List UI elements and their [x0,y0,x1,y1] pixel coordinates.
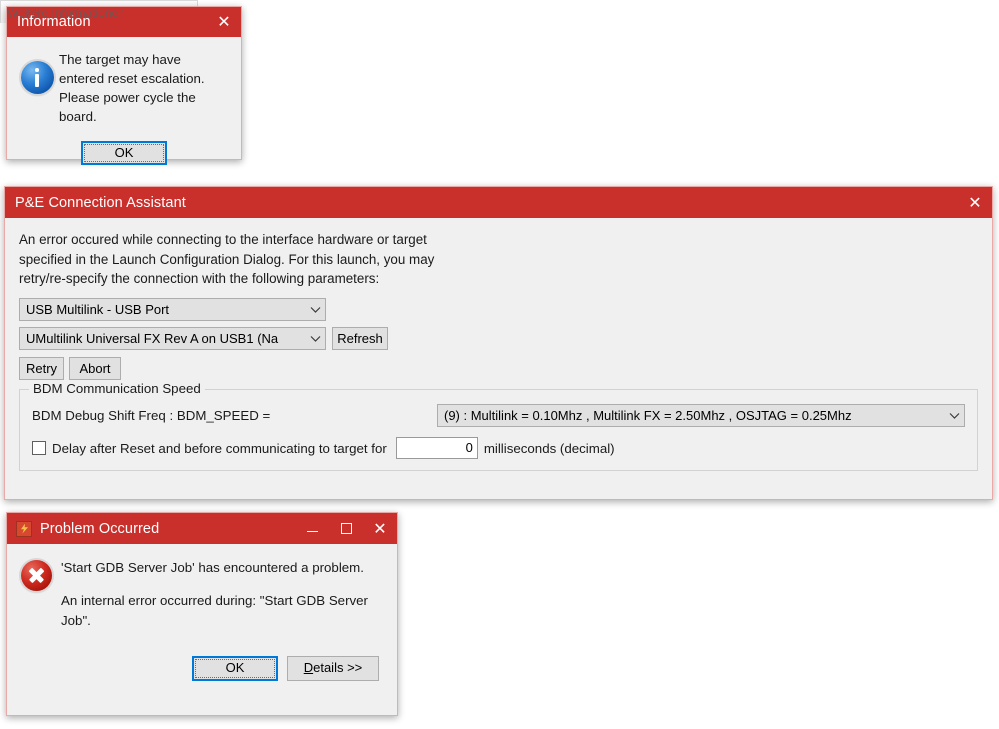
abort-button[interactable]: Abort [69,357,121,381]
bdm-group-legend: BDM Communication Speed [29,381,205,397]
maximize-button[interactable] [329,513,363,544]
bdm-speed-combobox[interactable]: (9) : Multilink = 0.10Mhz , Multilink FX… [437,404,965,428]
problem-icon-slot [21,558,61,630]
info-icon [20,61,54,94]
information-ok-button[interactable]: OK [81,140,167,165]
close-icon: ✕ [217,12,231,31]
desktop-canvas: Information ✕ The target may have entere… [0,0,999,729]
close-button[interactable]: ✕ [363,513,397,544]
interface-combobox[interactable]: USB Multilink - USB Port [19,298,326,322]
close-button[interactable]: ✕ [958,187,992,218]
close-icon: ✕ [373,518,387,538]
port-row: UMultilink Universal FX Rev A on USB1 (N… [19,327,978,351]
refresh-button[interactable]: Refresh [332,327,388,351]
problem-dialog-title: Problem Occurred [40,520,160,537]
maximize-icon [340,523,352,534]
problem-text-block: 'Start GDB Server Job' has encountered a… [61,558,385,630]
information-icon-slot [15,47,59,127]
close-icon: ✕ [968,192,982,212]
pe-dialog-titlebar[interactable]: P&E Connection Assistant ✕ [5,187,992,218]
interface-combobox-value: USB Multilink - USB Port [26,302,170,318]
bdm-speed-combobox-value: (9) : Multilink = 0.10Mhz , Multilink FX… [444,408,852,424]
bdm-communication-speed-group: BDM Communication Speed BDM Debug Shift … [19,381,978,472]
pe-dialog-body: An error occured while connecting to the… [5,218,992,499]
problem-dialog-body: 'Start GDB Server Job' has encountered a… [7,544,397,715]
information-dialog: Information ✕ The target may have entere… [6,6,242,165]
error-icon [21,560,52,591]
pe-action-button-row: Retry Abort [19,357,978,381]
problem-button-row: OK Details >> [7,655,397,681]
bdm-speed-row: BDM Debug Shift Freq : BDM_SPEED = (9) :… [32,404,965,428]
problem-dialog-titlebar[interactable]: Problem Occurred ✕ [7,513,397,544]
problem-window-controls: ✕ [295,513,397,544]
pe-description-text: An error occured while connecting to the… [19,232,435,287]
delay-checkbox[interactable] [32,441,46,456]
background-window-sliver[interactable]: Weitere Informationen [0,0,198,23]
information-dialog-body: The target may have entered reset escala… [7,37,241,165]
eclipse-icon [16,520,32,537]
information-button-row: OK [7,140,241,165]
problem-occurred-dialog: Problem Occurred ✕ 'Start GDB Server Job… [6,512,398,716]
delay-units-label: milliseconds (decimal) [483,440,615,456]
bdm-shift-freq-label: BDM Debug Shift Freq : BDM_SPEED = [32,408,271,424]
chevron-down-icon [305,306,325,314]
details-label-rest: etails >> [313,659,363,675]
problem-ok-button[interactable]: OK [192,655,278,681]
details-mnemonic: D [303,659,314,675]
pe-window-controls: ✕ [958,187,992,218]
close-button[interactable]: ✕ [207,7,241,37]
background-window-text: Weitere Informationen [7,6,125,20]
problem-secondary-message: An internal error occurred during: "Star… [61,593,368,628]
focus-ring [84,143,164,162]
minimize-button[interactable] [295,513,329,544]
retry-button[interactable]: Retry [19,357,64,381]
pe-dialog-title: P&E Connection Assistant [15,194,186,211]
port-combobox[interactable]: UMultilink Universal FX Rev A on USB1 (N… [19,327,326,351]
chevron-down-icon [944,412,964,420]
port-combobox-value: UMultilink Universal FX Rev A on USB1 (N… [26,331,279,347]
problem-content-row: 'Start GDB Server Job' has encountered a… [7,544,397,630]
problem-details-button[interactable]: Details >> [287,655,379,681]
problem-primary-message: 'Start GDB Server Job' has encountered a… [61,560,364,575]
pe-connection-assistant-dialog: P&E Connection Assistant ✕ An error occu… [4,186,993,500]
information-message: The target may have entered reset escala… [59,52,205,124]
delay-checkbox-label: Delay after Reset and before communicati… [52,440,387,456]
delay-value-input[interactable]: 0 [395,437,478,460]
chevron-down-icon [305,335,325,343]
delay-row: Delay after Reset and before communicati… [32,437,965,460]
information-window-controls: ✕ [207,7,241,37]
focus-ring [195,658,275,678]
minimize-icon [306,530,318,532]
information-content-row: The target may have entered reset escala… [7,37,241,127]
